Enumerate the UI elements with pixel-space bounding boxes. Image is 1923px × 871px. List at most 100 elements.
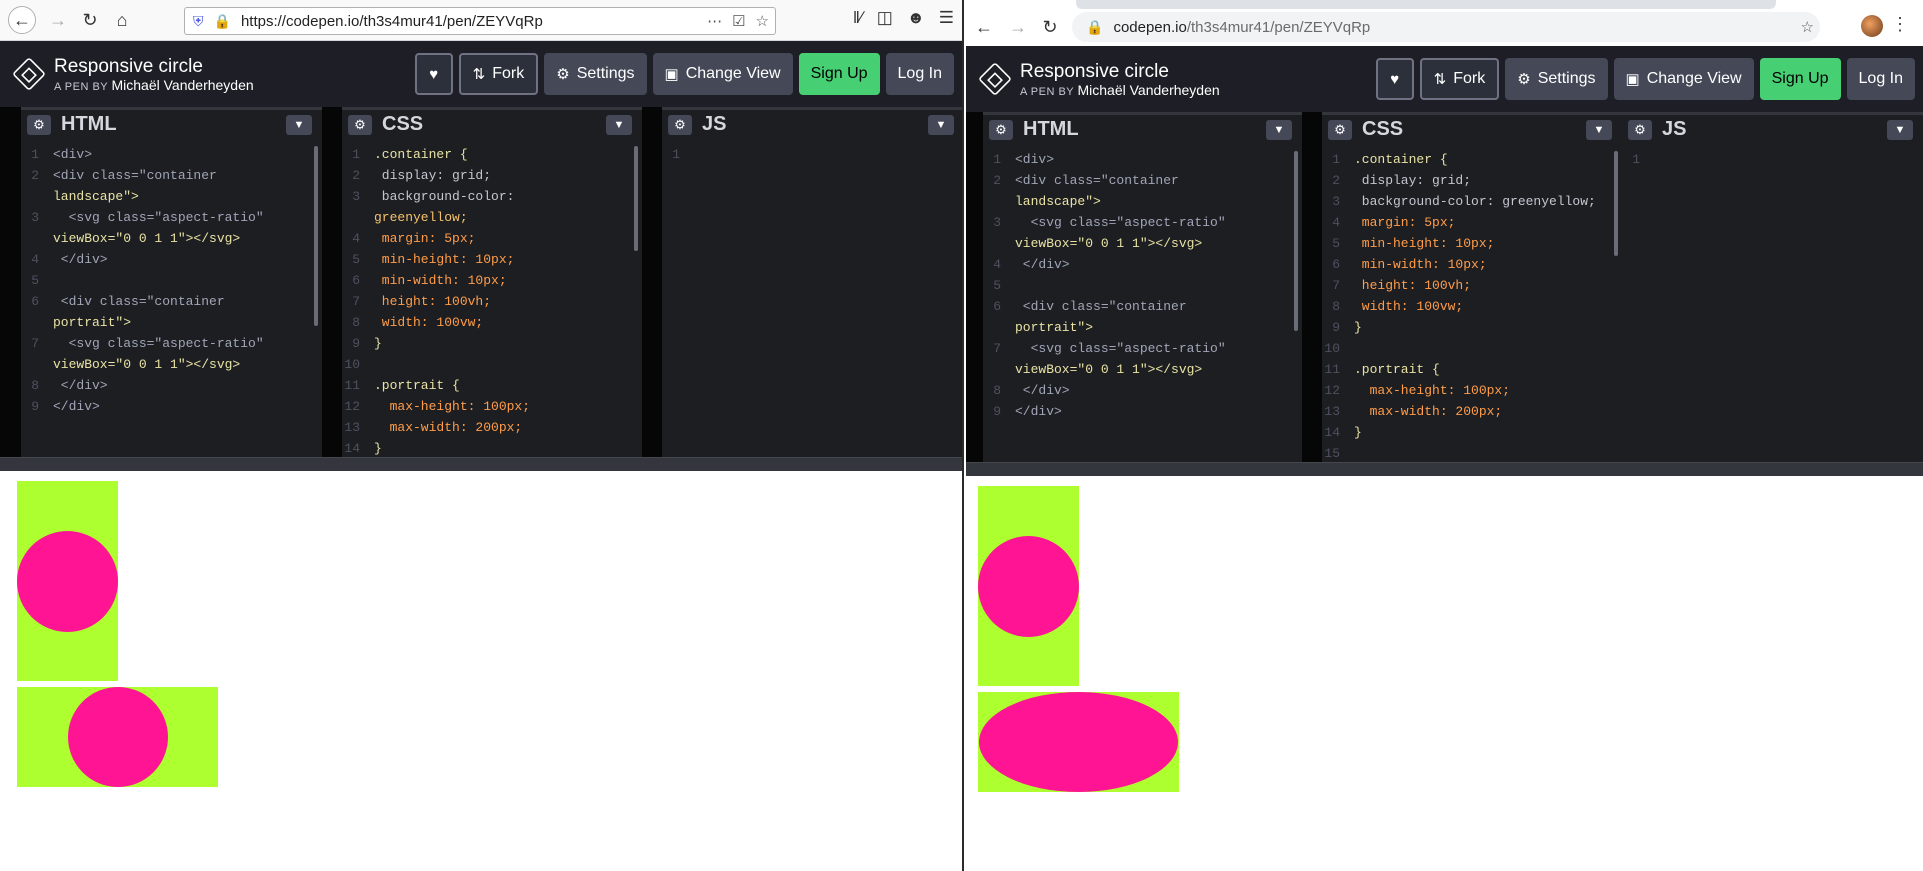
sign-up-button[interactable]: Sign Up — [1759, 58, 1841, 100]
sign-up-button[interactable]: Sign Up — [798, 53, 880, 95]
back-icon[interactable]: ← — [970, 13, 998, 41]
editor-area: ⚙ HTML ▼ 1 <div> 2 <div class="container lands… — [966, 112, 1923, 462]
codepen-logo-icon[interactable] — [12, 57, 46, 91]
scrollbar-thumb[interactable] — [1614, 151, 1618, 256]
css-code[interactable]: 1 .container {2 display: grid; 3 backgroun… — [1322, 147, 1622, 462]
scrollbar-thumb[interactable] — [634, 146, 638, 251]
heart-button[interactable]: ♥ — [1375, 58, 1414, 100]
home-icon[interactable]: ⌂ — [108, 6, 136, 34]
js-code[interactable]: 1 — [662, 142, 962, 457]
lock-icon[interactable]: 🔒 — [1086, 19, 1103, 36]
address-bar[interactable]: ⛨ 🔒 https://codepen.io/th3s4mur41/pen/ZE… — [184, 7, 776, 35]
line-number: 5 — [1332, 236, 1340, 251]
code-line: 4 margin: 5px; — [1322, 212, 1622, 233]
line-number — [21, 354, 53, 375]
chevron-down-icon[interactable]: ▼ — [928, 115, 954, 135]
chevron-down-icon[interactable]: ▼ — [286, 115, 312, 135]
code-line: 2 <div class="container — [983, 170, 1302, 191]
tracking-shield-icon[interactable]: ⛨ — [193, 13, 204, 30]
line-number: 5 — [352, 252, 360, 267]
code-line: 2 <div class="container — [21, 165, 322, 186]
log-in-button[interactable]: Log In — [1846, 58, 1915, 100]
html-code[interactable]: 1 <div> 2 <div class="container landscape"> 3… — [21, 142, 322, 457]
menu-kebab-icon[interactable]: ⋮ — [1891, 14, 1909, 35]
line-number — [342, 207, 374, 228]
css-code[interactable]: 1 .container {2 display: grid; 3 backgroun… — [342, 142, 642, 457]
codepen-header: Responsive circle A PEN BY Michaël Vande… — [966, 46, 1923, 112]
code-line: 6 min-width: 10px; — [342, 270, 642, 291]
bookmark-star-icon[interactable]: ☆ — [756, 12, 769, 30]
scrollbar-thumb[interactable] — [314, 146, 318, 326]
back-icon[interactable]: ← — [8, 6, 36, 34]
address-bar[interactable]: 🔒 codepen.io/th3s4mur41/pen/ZEYVqRp ☆ — [1072, 12, 1820, 42]
reload-icon[interactable]: ↻ — [1036, 13, 1064, 41]
forward-icon[interactable]: → — [1004, 13, 1032, 41]
line-number: 2 — [993, 173, 1001, 188]
code-text: .portrait { — [374, 378, 460, 393]
line-number: 4 — [1332, 215, 1340, 230]
heart-button[interactable]: ♥ — [414, 53, 453, 95]
chevron-down-icon[interactable]: ▼ — [606, 115, 632, 135]
gear-icon[interactable]: ⚙ — [348, 114, 372, 135]
forward-icon[interactable]: → — [44, 6, 72, 34]
reload-icon[interactable]: ↻ — [76, 6, 104, 34]
code-line: 7 height: 100vh; — [1322, 275, 1622, 296]
code-line: 3 <svg class="aspect-ratio" — [983, 212, 1302, 233]
change-view-button[interactable]: ▣ Change View — [652, 53, 793, 95]
pen-title: Responsive circle — [54, 55, 203, 77]
code-text: viewBox="0 0 1 1"></svg> — [1015, 236, 1203, 251]
gear-icon[interactable]: ⚙ — [1328, 119, 1352, 140]
panel-resizer[interactable] — [966, 462, 1923, 476]
code-line: 1 <div> — [983, 149, 1302, 170]
fork-button[interactable]: ⇅ Fork — [458, 53, 539, 95]
change-view-label: Change View — [1646, 70, 1742, 87]
scrollbar-thumb[interactable] — [1294, 151, 1298, 331]
bookmark-star-icon[interactable]: ☆ — [1801, 18, 1814, 36]
settings-button[interactable]: ⚙ Settings — [544, 53, 647, 95]
code-line: 4 </div> — [21, 249, 322, 270]
author-link[interactable]: Michaël Vanderheyden — [112, 77, 254, 93]
code-line: 11 .portrait { — [1322, 359, 1622, 380]
panel-resizer[interactable] — [0, 457, 962, 471]
lock-icon[interactable]: 🔒 — [214, 13, 231, 30]
settings-button[interactable]: ⚙ Settings — [1505, 58, 1608, 100]
line-number: 9 — [31, 399, 39, 414]
gear-icon[interactable]: ⚙ — [668, 114, 692, 135]
codepen-logo-icon[interactable] — [978, 62, 1012, 96]
avatar[interactable] — [1861, 15, 1883, 42]
code-text: background-color: greenyellow; — [1354, 194, 1596, 209]
code-line: 6 min-width: 10px; — [1322, 254, 1622, 275]
gear-icon: ⚙ — [556, 66, 570, 83]
code-line: 7 <svg class="aspect-ratio" — [983, 338, 1302, 359]
author-link[interactable]: Michaël Vanderheyden — [1078, 82, 1220, 98]
code-text: max-height: 100px; — [1354, 383, 1511, 398]
pocket-icon[interactable]: ☑ — [732, 12, 745, 30]
line-number: 7 — [1332, 278, 1340, 293]
gear-icon[interactable]: ⚙ — [1628, 119, 1652, 140]
line-number: 13 — [1324, 404, 1340, 419]
chevron-down-icon[interactable]: ▼ — [1887, 120, 1913, 140]
code-line: 7 <svg class="aspect-ratio" — [21, 333, 322, 354]
code-line: 7 height: 100vh; — [342, 291, 642, 312]
code-line: 5 — [983, 275, 1302, 296]
gear-icon[interactable]: ⚙ — [989, 119, 1013, 140]
preview-pane — [0, 471, 962, 871]
fork-icon: ⇅ — [1433, 71, 1447, 88]
code-line: landscape"> — [21, 186, 322, 207]
firefox-window: ← → ↻ ⌂ ⛨ 🔒 https://codepen.io/th3s4mur4… — [0, 0, 964, 871]
chevron-down-icon[interactable]: ▼ — [1266, 120, 1292, 140]
library-icon[interactable]: ‖∕ — [853, 8, 863, 28]
log-in-button[interactable]: Log In — [885, 53, 954, 95]
line-number: 12 — [1324, 383, 1340, 398]
code-text: min-height: 10px; — [374, 252, 515, 267]
chevron-down-icon[interactable]: ▼ — [1586, 120, 1612, 140]
js-code[interactable]: 1 — [1622, 147, 1923, 462]
sidebar-icon[interactable]: ◫ — [877, 8, 893, 28]
gear-icon[interactable]: ⚙ — [27, 114, 51, 135]
html-code[interactable]: 1 <div> 2 <div class="container landscape"> 3… — [983, 147, 1302, 462]
fork-button[interactable]: ⇅ Fork — [1419, 58, 1500, 100]
account-icon[interactable]: ☻ — [907, 8, 925, 28]
page-actions-icon[interactable]: ⋯ — [707, 12, 722, 30]
menu-icon[interactable]: ☰ — [939, 8, 954, 28]
change-view-button[interactable]: ▣ Change View — [1613, 58, 1754, 100]
